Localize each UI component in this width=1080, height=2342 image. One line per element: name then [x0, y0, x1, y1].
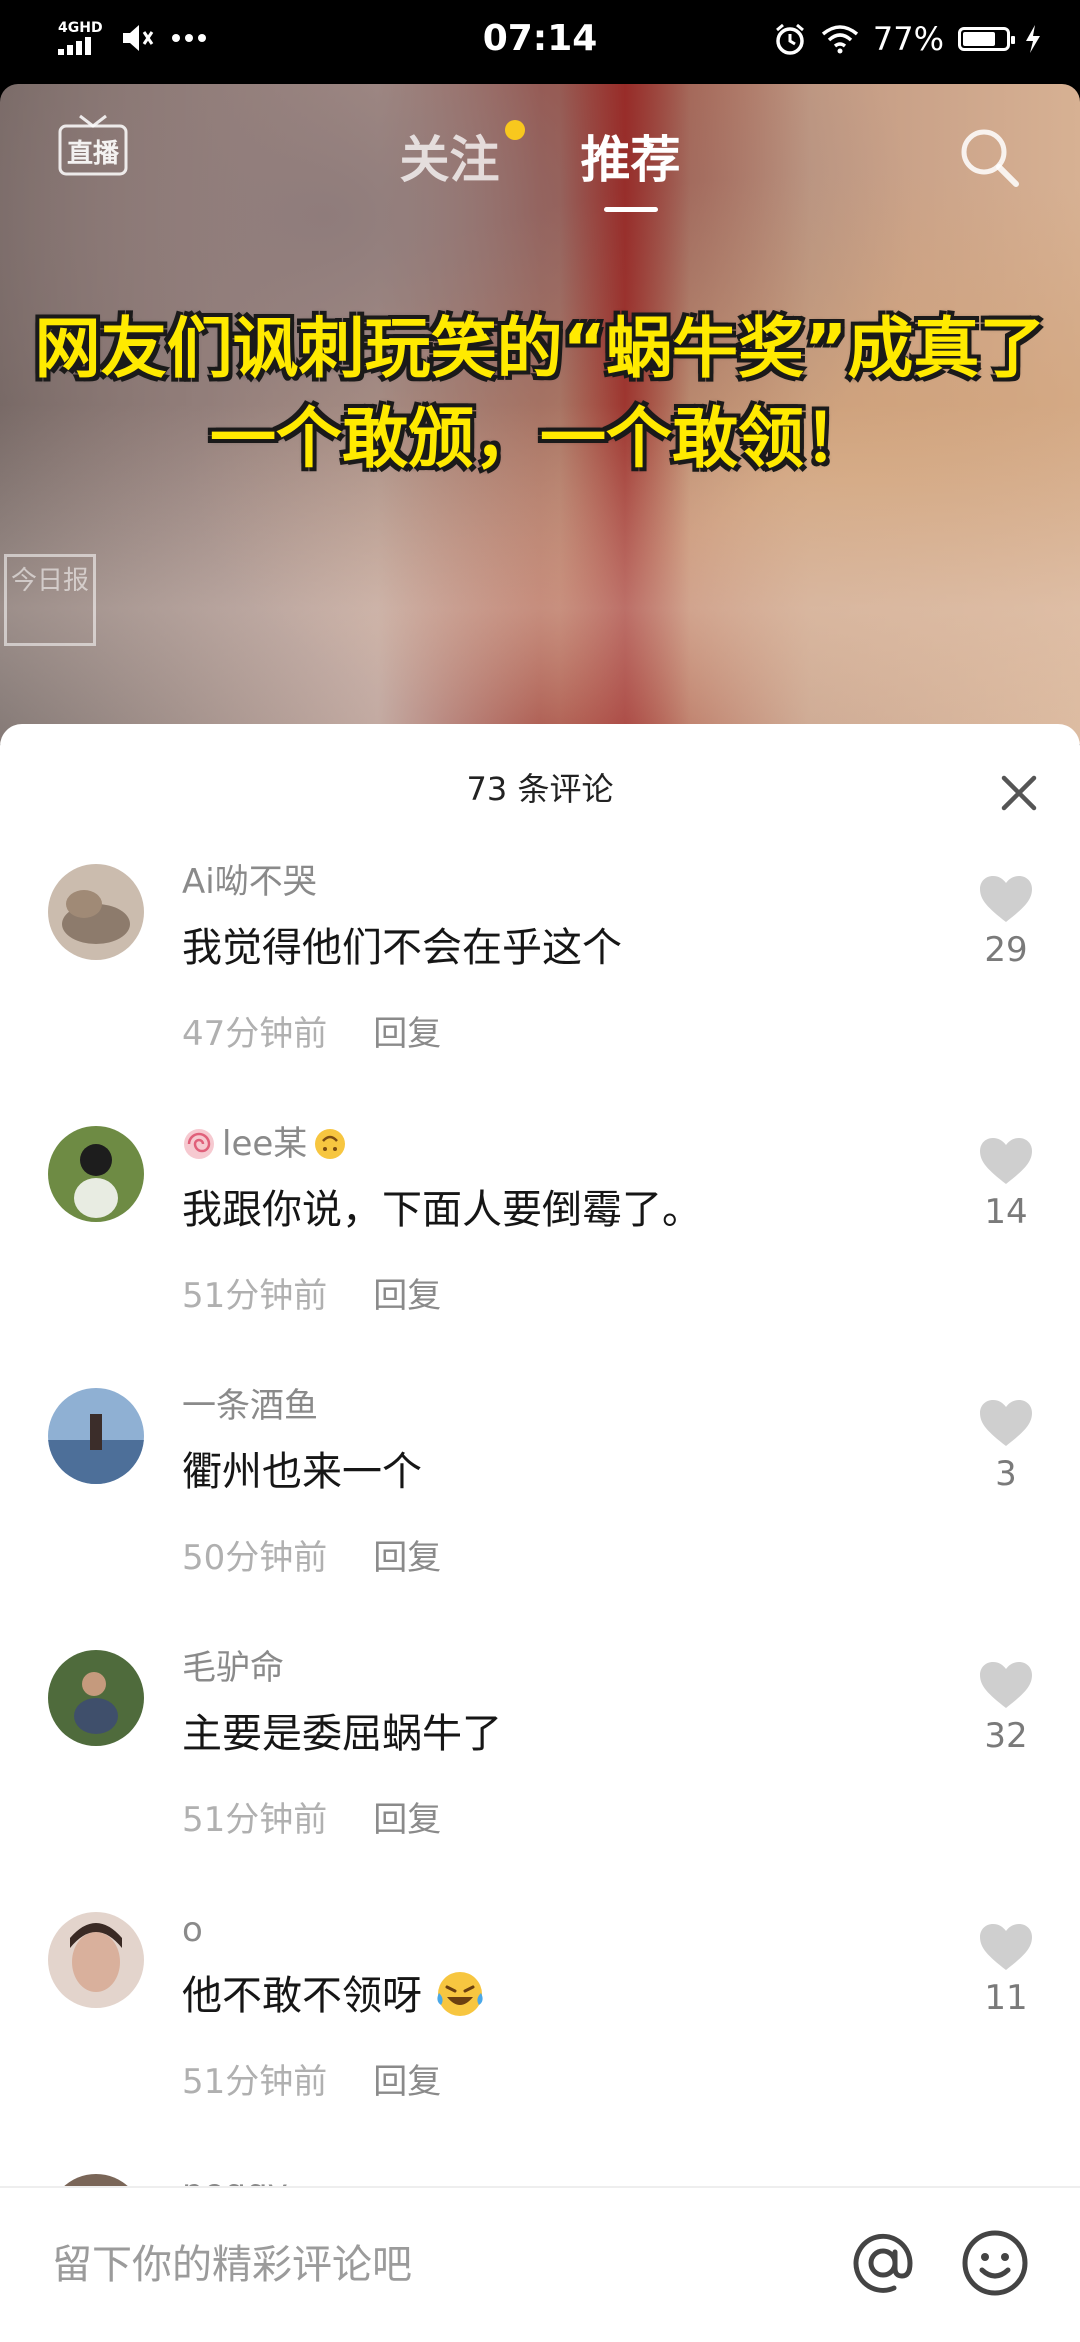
reply-button[interactable]: 回复 [373, 1014, 441, 1054]
active-tab-indicator [603, 207, 658, 212]
tab-recommended-label: 推荐 [580, 131, 681, 189]
comment-input[interactable]: 留下你的精彩评论吧 [52, 2232, 412, 2290]
heart-icon [980, 876, 1032, 922]
comment-username[interactable]: 毛驴命 [182, 1644, 940, 1692]
reply-button[interactable]: 回复 [373, 1800, 441, 1840]
comment-meta: 47分钟前 回复 [182, 1006, 940, 1055]
like-button[interactable]: 11 [966, 1922, 1046, 2018]
comment-meta: 51分钟前 回复 [182, 1792, 940, 1841]
caption-line-1: 网友们讽刺玩笑的“蜗牛奖”成真了 [34, 310, 1046, 387]
avatar-image [48, 1126, 144, 1222]
battery-percent: 77% [872, 20, 944, 58]
comment-list: Ai呦不哭 我觉得他们不会在乎这个 47分钟前 回复 29 lee某 我跟你说，… [0, 834, 1080, 2340]
comment-text-content: 他不敢不领呀 [182, 1973, 422, 2019]
mention-icon[interactable] [848, 2228, 918, 2298]
username-text: Ai呦不哭 [182, 862, 317, 902]
reply-button[interactable]: 回复 [373, 2062, 441, 2102]
comment-item[interactable]: 一条酒鱼 衢州也来一个 50分钟前 回复 3 [0, 1358, 1080, 1620]
comment-item[interactable]: lee某 我跟你说，下面人要倒霉了。 51分钟前 回复 14 [0, 1096, 1080, 1358]
video-player[interactable]: 直播 关注 推荐 网友们讽刺玩笑的“蜗牛奖”成真了 一个敢颁，一个敢领！ 今日报 [0, 84, 1080, 744]
comment-meta: 50分钟前 回复 [182, 1530, 940, 1579]
heart-icon [980, 1400, 1032, 1446]
like-button[interactable]: 29 [966, 874, 1046, 970]
heart-icon [980, 1138, 1032, 1184]
comment-item[interactable]: o 他不敢不领呀 51分钟前 回复 11 [0, 1882, 1080, 2144]
status-right: 77% [773, 20, 1042, 58]
watermark-text: 今日报 [10, 566, 89, 596]
tab-following-label: 关注 [399, 131, 500, 189]
lollipop-emoji-icon [184, 1129, 214, 1159]
like-button[interactable]: 32 [966, 1660, 1046, 1756]
comment-body: Ai呦不哭 我觉得他们不会在乎这个 47分钟前 回复 [182, 858, 940, 1055]
username-text: o [182, 1910, 203, 1950]
emoji-icon[interactable] [960, 2228, 1030, 2298]
reply-button[interactable]: 回复 [373, 1276, 441, 1316]
nav-tabs: 关注 推荐 [0, 120, 1080, 212]
tab-following[interactable]: 关注 [399, 120, 526, 192]
like-count: 14 [984, 1192, 1028, 1232]
comment-text: 衢州也来一个 [182, 1449, 422, 1495]
comment-item[interactable]: Ai呦不哭 我觉得他们不会在乎这个 47分钟前 回复 29 [0, 834, 1080, 1096]
comment-username[interactable]: Ai呦不哭 [182, 858, 940, 906]
comment-text: 我跟你说，下面人要倒霉了。 [182, 1187, 702, 1233]
comment-text: 我觉得他们不会在乎这个 [182, 925, 622, 971]
like-count: 29 [984, 930, 1028, 970]
video-caption: 网友们讽刺玩笑的“蜗牛奖”成真了 一个敢颁，一个敢领！ [0, 304, 1080, 484]
upside-down-face-emoji-icon [315, 1129, 346, 1159]
comment-time: 50分钟前 [182, 1538, 328, 1578]
avatar[interactable] [48, 1912, 144, 2008]
caption-line-2: 一个敢颁，一个敢领！ [210, 400, 870, 477]
comment-meta: 51分钟前 回复 [182, 1268, 940, 1317]
comment-meta: 51分钟前 回复 [182, 2054, 940, 2103]
status-bar: 4GHD 07:14 77% [0, 0, 1080, 84]
like-button[interactable]: 3 [966, 1398, 1046, 1494]
avatar-image [48, 864, 144, 960]
comment-username[interactable]: 一条酒鱼 [182, 1382, 940, 1430]
username-text: 一条酒鱼 [182, 1386, 318, 1426]
wifi-icon [821, 25, 858, 54]
comments-count-title: 73 条评论 [466, 770, 614, 808]
like-count: 32 [984, 1716, 1028, 1756]
comment-time: 51分钟前 [182, 2062, 328, 2102]
comment-input-bar: 留下你的精彩评论吧 [0, 2186, 1080, 2342]
battery-icon [958, 27, 1015, 51]
comment-item[interactable]: 毛驴命 主要是委屈蜗牛了 51分钟前 回复 32 [0, 1620, 1080, 1882]
comments-panel: 73 条评论 Ai呦不哭 我觉得他们不会在乎这个 47分钟前 回复 29 lee… [0, 724, 1080, 2340]
alarm-icon [775, 23, 804, 55]
laughing-crying-emoji-icon [437, 1972, 483, 2016]
heart-icon [980, 1924, 1032, 1970]
comment-text: 主要是委屈蜗牛了 [182, 1711, 502, 1757]
notification-dot [505, 120, 526, 140]
like-count: 11 [984, 1978, 1028, 2018]
like-count: 3 [995, 1454, 1017, 1494]
avatar-image [48, 1912, 144, 2008]
comment-body: 一条酒鱼 衢州也来一个 50分钟前 回复 [182, 1382, 940, 1579]
avatar[interactable] [48, 1388, 144, 1484]
avatar-image [48, 1388, 144, 1484]
comment-username[interactable]: lee某 [182, 1120, 940, 1168]
search-icon[interactable] [954, 122, 1024, 192]
comment-body: o 他不敢不领呀 51分钟前 回复 [182, 1906, 940, 2103]
like-button[interactable]: 14 [966, 1136, 1046, 1232]
close-icon[interactable] [994, 768, 1044, 818]
top-nav: 直播 关注 推荐 [0, 84, 1080, 224]
heart-icon [980, 1662, 1032, 1708]
reply-button[interactable]: 回复 [373, 1538, 441, 1578]
watermark-seal: 今日报 [4, 554, 96, 646]
comment-body: 毛驴命 主要是委屈蜗牛了 51分钟前 回复 [182, 1644, 940, 1841]
username-text: 毛驴命 [182, 1648, 284, 1688]
username-text: lee某 [222, 1124, 308, 1164]
charging-icon [1026, 25, 1040, 53]
avatar[interactable] [48, 864, 144, 960]
comment-time: 47分钟前 [182, 1014, 328, 1054]
comment-time: 51分钟前 [182, 1276, 328, 1316]
tab-recommended[interactable]: 推荐 [580, 120, 681, 212]
comment-username[interactable]: o [182, 1906, 940, 1954]
comment-body: lee某 我跟你说，下面人要倒霉了。 51分钟前 回复 [182, 1120, 940, 1317]
avatar[interactable] [48, 1650, 144, 1746]
comment-text: 他不敢不领呀 [182, 1968, 940, 2024]
avatar[interactable] [48, 1126, 144, 1222]
avatar-image [48, 1650, 144, 1746]
comment-time: 51分钟前 [182, 1800, 328, 1840]
